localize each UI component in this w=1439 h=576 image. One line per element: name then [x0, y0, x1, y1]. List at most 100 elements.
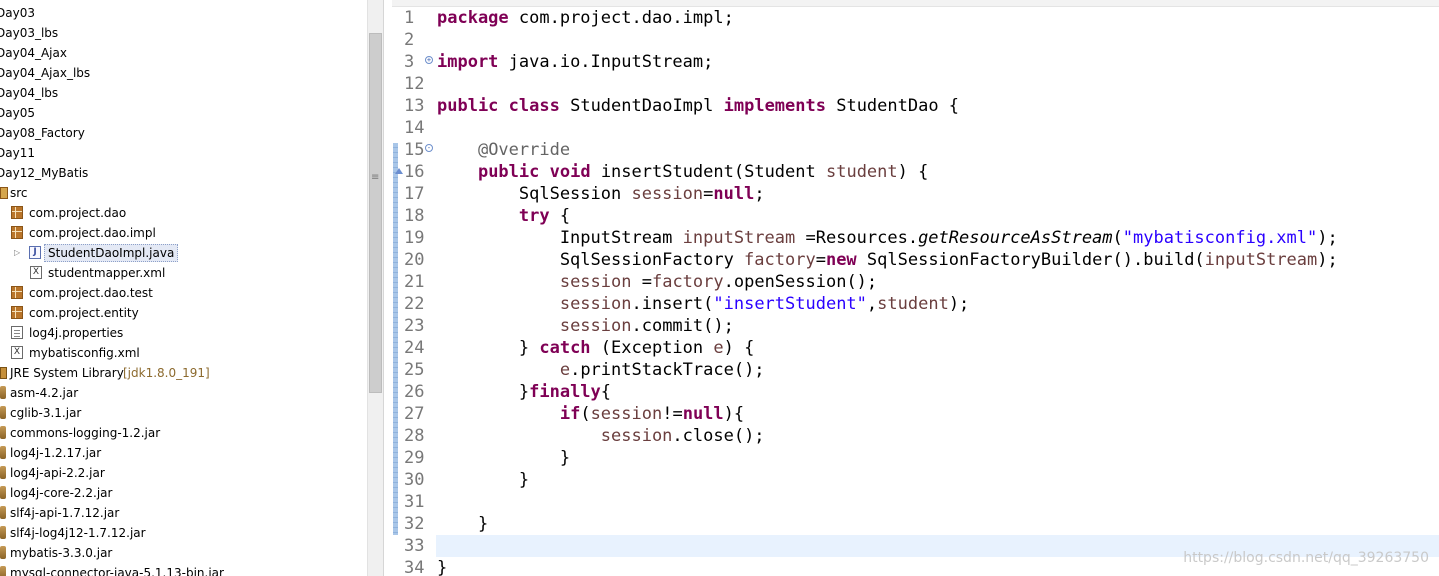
jar-icon [0, 546, 6, 559]
code-token: { [549, 206, 571, 226]
code-token: "mybatisconfig.xml" [1122, 228, 1318, 248]
code-token: session [559, 316, 632, 336]
code-line[interactable]: 27 if(session!=null){ [392, 403, 1439, 425]
tree-item-label: com.project.dao.test [29, 286, 153, 300]
code-token: if [559, 404, 581, 424]
explorer-scrollbar-thumb[interactable] [369, 33, 382, 393]
code-token: InputStream [437, 228, 683, 248]
code-token: public [437, 96, 499, 116]
code-line[interactable]: 19 InputStream inputStream =Resources.ge… [392, 227, 1439, 249]
code-line[interactable]: 3 + import java.io.InputStream; [392, 51, 1439, 73]
line-number: 17 [404, 184, 425, 204]
code-token: package [437, 8, 509, 28]
tree-item-label: mybatisconfig.xml [29, 346, 140, 360]
line-number: 18 [404, 206, 425, 226]
code-token: public [477, 162, 540, 182]
code-text: session.insert("insertStudent",student); [437, 293, 969, 315]
code-line[interactable]: 2 [392, 29, 1439, 51]
code-token: void [549, 162, 591, 182]
code-text: session.close(); [437, 425, 765, 447]
code-line[interactable]: 24 } catch (Exception e) { [392, 337, 1439, 359]
code-line[interactable]: 29 } [392, 447, 1439, 469]
code-token: session [559, 294, 632, 314]
override-marker-icon[interactable] [395, 168, 403, 174]
jar-icon [0, 426, 6, 439]
code-token: =Resources. [795, 228, 919, 248]
line-number: 1 [404, 8, 415, 28]
code-line[interactable]: 26 }finally{ [392, 381, 1439, 403]
code-token: session [600, 426, 673, 446]
line-number: 13 [404, 96, 425, 116]
code-line[interactable]: 32 } [392, 513, 1439, 535]
code-line[interactable]: 25 e.printStackTrace(); [392, 359, 1439, 381]
code-token: != [662, 404, 683, 424]
line-number: 3 [404, 52, 415, 72]
code-line[interactable]: 14 [392, 117, 1439, 139]
code-line[interactable]: 22 session.insert("insertStudent",studen… [392, 293, 1439, 315]
line-number: 23 [404, 316, 425, 336]
code-token: } [437, 514, 489, 534]
code-token: = [631, 272, 652, 292]
package-icon [11, 306, 23, 319]
code-text: }finally{ [437, 381, 611, 403]
package-explorer: Day03 Day03_lbs Day04_Ajax Day04_Ajax_lbs Da… [0, 0, 368, 576]
tree-item-label: mysql-connector-java-5.1.13-bin.jar [10, 566, 224, 576]
java-file-icon: J [29, 246, 41, 259]
code-line[interactable]: 12 [392, 73, 1439, 95]
code-text: } [437, 557, 447, 576]
code-token: StudentDao { [825, 96, 960, 116]
code-token: , [866, 294, 878, 314]
code-text: try { [437, 205, 570, 227]
code-text: SqlSessionFactory factory=new SqlSession… [437, 249, 1338, 271]
line-number: 26 [404, 382, 425, 402]
code-line[interactable]: 28 session.close(); [392, 425, 1439, 447]
code-line[interactable]: 16 public void insertStudent(Student stu… [392, 161, 1439, 183]
code-text: e.printStackTrace(); [437, 359, 765, 381]
tree-item-label: studentmapper.xml [48, 266, 166, 280]
code-text: } catch (Exception e) { [437, 337, 754, 359]
tree-item-label: com.project.entity [29, 306, 139, 320]
code-editor[interactable]: 1 package com.project.dao.impl; 2 3 + import … [392, 0, 1439, 576]
code-line[interactable]: 13 public class StudentDaoImpl implements… [392, 95, 1439, 117]
line-number: 12 [404, 74, 425, 94]
collapse-fold-icon[interactable]: - [425, 144, 433, 152]
tree-item-label: JRE System Library [10, 366, 124, 380]
code-token: class [508, 96, 560, 116]
code-line[interactable]: 30 } [392, 469, 1439, 491]
code-line[interactable]: 20 SqlSessionFactory factory=new SqlSess… [392, 249, 1439, 271]
code-line[interactable]: 31 [392, 491, 1439, 513]
code-text: if(session!=null){ [437, 403, 744, 425]
source-folder-icon [0, 187, 8, 199]
expand-twisty-icon[interactable]: ▷ [14, 243, 20, 263]
code-token: = [815, 250, 826, 270]
code-token: ); [1317, 250, 1338, 270]
jar-icon [0, 446, 6, 459]
code-token: @Override [477, 140, 571, 160]
code-line[interactable]: 1 package com.project.dao.impl; [392, 7, 1439, 29]
code-token: { [600, 382, 612, 402]
code-line[interactable]: 21 session =factory.openSession(); [392, 271, 1439, 293]
tree-item-label: log4j-api-2.2.jar [10, 466, 105, 480]
code-line[interactable]: 15- @Override [392, 139, 1439, 161]
explorer-scrollbar[interactable]: ≡ [367, 0, 383, 576]
tree-item-label: log4j-core-2.2.jar [10, 486, 113, 500]
tree-item-label: slf4j-log4j12-1.7.12.jar [10, 526, 146, 540]
code-token: SqlSessionFactoryBuilder().build( [856, 250, 1205, 270]
jar-icon [0, 566, 6, 576]
tree-item-label: src [10, 186, 28, 200]
expand-fold-icon[interactable]: + [425, 56, 433, 64]
editor-top-strip [392, 0, 1439, 7]
code-line[interactable]: 23 session.commit(); [392, 315, 1439, 337]
line-number: 31 [404, 492, 425, 512]
tree-item-label: log4j-1.2.17.jar [10, 446, 102, 460]
code-line[interactable]: 18 try { [392, 205, 1439, 227]
pane-divider[interactable] [383, 0, 392, 576]
watermark: https://blog.csdn.net/qq_39263750 [1183, 550, 1429, 566]
code-line[interactable]: 17 SqlSession session=null; [392, 183, 1439, 205]
